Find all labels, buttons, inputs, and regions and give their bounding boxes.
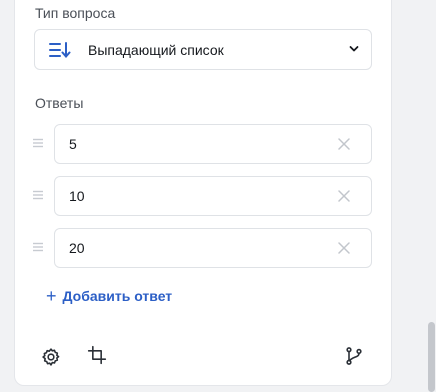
drag-handle-icon[interactable]	[32, 241, 44, 253]
drag-handle-icon[interactable]	[32, 189, 44, 201]
add-answer-label: Добавить ответ	[62, 288, 173, 304]
scrollbar[interactable]	[426, 0, 436, 392]
chevron-down-icon	[349, 46, 359, 52]
question-type-label: Тип вопроса	[35, 5, 116, 21]
answer-row	[32, 228, 372, 268]
answer-row	[32, 176, 372, 216]
drag-handle-icon[interactable]	[32, 137, 44, 149]
crop-icon[interactable]	[87, 345, 107, 365]
add-answer-button[interactable]: + Добавить ответ	[46, 287, 172, 305]
question-type-select[interactable]: Выпадающий список	[34, 29, 372, 70]
answer-input[interactable]	[54, 176, 372, 216]
answers-label: Ответы	[35, 95, 84, 111]
question-type-value: Выпадающий список	[88, 42, 224, 58]
dropdown-list-icon	[49, 42, 71, 58]
remove-answer-icon[interactable]	[338, 242, 350, 254]
answer-row	[32, 124, 372, 164]
answer-input[interactable]	[54, 124, 372, 164]
scrollbar-thumb[interactable]	[428, 322, 435, 392]
remove-answer-icon[interactable]	[338, 138, 350, 150]
remove-answer-icon[interactable]	[338, 190, 350, 202]
plus-icon: +	[46, 286, 57, 306]
gear-icon[interactable]	[41, 347, 61, 367]
branch-icon[interactable]	[344, 346, 364, 366]
answer-input[interactable]	[54, 228, 372, 268]
